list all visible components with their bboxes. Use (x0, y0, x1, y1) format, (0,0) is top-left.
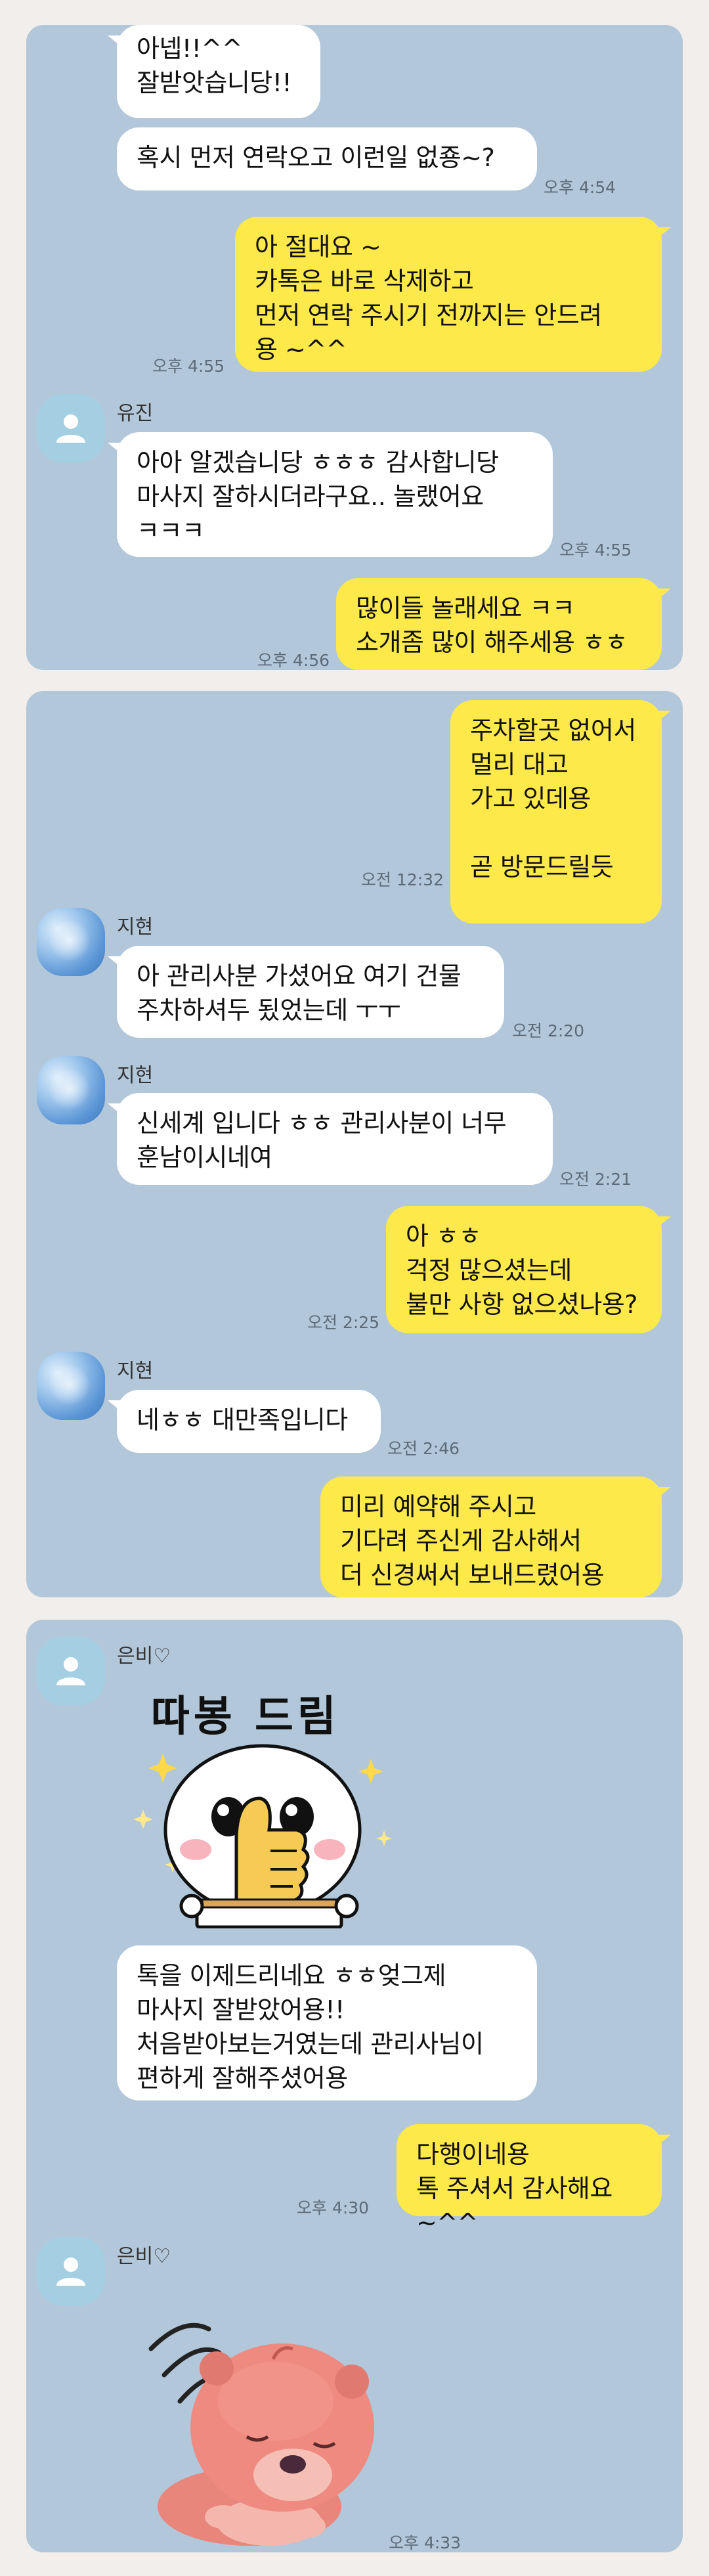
sender-name: 지현 (117, 916, 154, 939)
sender-name: 유진 (117, 402, 154, 425)
message-time: 오전 2:46 (387, 1439, 460, 1458)
avatar[interactable] (37, 2237, 105, 2305)
message-bubble[interactable]: 혹시 먼저 연락오고 이런일 없죵~? (117, 127, 537, 190)
avatar[interactable] (37, 908, 105, 976)
message-time: 오후 4:56 (257, 651, 330, 670)
message-bubble[interactable]: 주차할곳 없어서 멀리 대고 가고 있데용 곧 방문드릴듯 (450, 700, 671, 923)
avatar[interactable] (37, 1056, 105, 1124)
message-bubble[interactable]: 미리 예약해 주시고 기다려 주신게 감사해서 더 신경써서 보내드렸어용 ^^ (320, 1477, 671, 1597)
message-time: 오후 4:55 (152, 357, 225, 376)
sender-name: 지현 (117, 1360, 154, 1383)
chat-screenshot-2: 주차할곳 없어서 멀리 대고 가고 있데용 곧 방문드릴듯 오전 12:32 지… (26, 691, 683, 1597)
sticker-caption: 따봉 드림 (151, 1693, 340, 1741)
person-icon (56, 414, 85, 443)
person-icon (56, 1657, 85, 1685)
message-time: 오전 12:32 (361, 870, 444, 889)
avatar[interactable] (37, 394, 105, 462)
message-bubble[interactable]: 아 관리사분 가셨어요 여기 건물 주차하셔두 됬었는데 ㅜㅜ (108, 946, 504, 1038)
avatar[interactable] (37, 1352, 105, 1420)
person-icon (56, 2257, 85, 2286)
message-bubble[interactable]: 많이들 놀래세요 ㅋㅋ 소개좀 많이 해주세용 ㅎㅎ (336, 578, 671, 670)
message-time: 오후 4:55 (559, 541, 632, 560)
message-bubble[interactable]: 아 ㅎㅎ 걱정 많으셨는데 불만 사항 없으셨나용? (386, 1206, 671, 1333)
sender-name: 은비♡ (117, 2245, 171, 2268)
sender-name: 은비♡ (117, 1645, 171, 1668)
pink-beaver-sticker[interactable] (138, 2303, 387, 2546)
message-bubble[interactable]: 아 절대요 ~ 카톡은 바로 삭제하고 먼저 연락 주시기 전까지는 안드려 용… (235, 217, 671, 372)
character-illustration (133, 1744, 392, 1928)
message-time: 오전 2:25 (307, 1313, 380, 1332)
message-time: 오후 4:54 (544, 178, 616, 197)
message-time: 오후 4:30 (297, 2198, 370, 2217)
message-time: 오후 4:33 (389, 2533, 462, 2552)
message-bubble[interactable]: 네ㅎㅎ 대만족입니다 (108, 1390, 381, 1453)
beaver-illustration (148, 2322, 374, 2546)
message-time: 오전 2:21 (559, 1170, 632, 1189)
message-bubble[interactable]: 톡을 이제드리네요 ㅎㅎ엊그제 마사지 잘받았어용!! 처음받아보는거였는데 관… (117, 1945, 537, 2100)
message-bubble[interactable]: 아아 알겠습니당 ㅎㅎㅎ 감사합니당 마사지 잘하시더라구요.. 놀랬어요 ㅋㅋ… (108, 432, 553, 557)
avatar[interactable] (37, 1637, 105, 1705)
sender-name: 지현 (117, 1064, 154, 1087)
chat-screenshot-1: 아넵!!^^ 잘받앗습니당!! 혹시 먼저 연락오고 이런일 없죵~? 오후 4… (26, 25, 683, 670)
message-bubble[interactable]: 신세계 입니다 ㅎㅎ 관리사분이 너무 훈남이시네여 (108, 1093, 553, 1185)
thumbs-up-character-sticker[interactable]: 따봉 드림 (125, 1672, 414, 1928)
message-bubble[interactable]: 다행이네용 톡 주셔서 감사해요 ~^^ (397, 2124, 671, 2237)
message-time: 오전 2:20 (512, 1021, 585, 1040)
message-bubble[interactable]: 아넵!!^^ 잘받앗습니당!! (108, 25, 320, 118)
chat-screenshot-3: 은비♡ 따봉 드림 톡을 이제드리네요 ㅎㅎ엊그제 마사지 잘받았어용!! 처음… (26, 1620, 683, 2552)
